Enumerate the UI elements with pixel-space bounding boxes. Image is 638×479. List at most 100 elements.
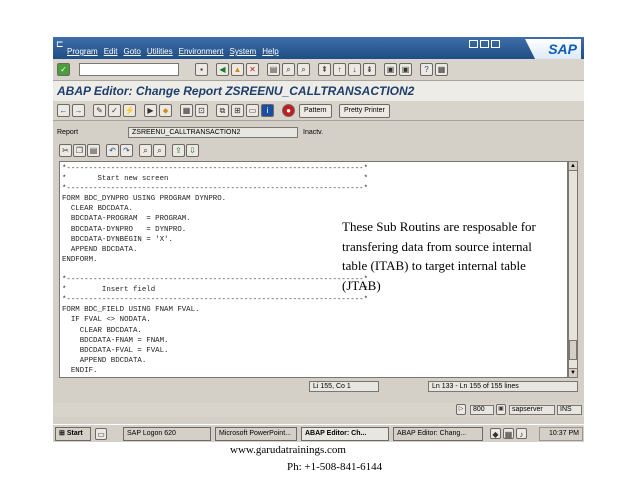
code-line: * Start new screen * — [62, 175, 369, 184]
code-line: APPEND BDCDATA. — [62, 356, 147, 365]
enhance-icon[interactable]: ⊞ — [231, 104, 244, 117]
network-icon[interactable]: ▦ — [503, 428, 514, 439]
task-abap-editor-1[interactable]: ABAP Editor: Ch... — [301, 427, 389, 441]
report-row: Report ZSREENU_CALLTRANSACTION2 Inactv. — [53, 127, 584, 139]
sap-logo: SAP — [525, 39, 581, 59]
search-icon[interactable]: ⌕ — [139, 144, 152, 157]
pattern-button[interactable]: Pattern — [299, 104, 332, 118]
position-bar: Li 155, Co 1 Ln 133 - Ln 155 of 155 line… — [59, 381, 578, 393]
info-icon[interactable]: i — [261, 104, 274, 117]
display-change-icon[interactable]: ✎ — [93, 104, 106, 117]
check-icon[interactable]: ✓ — [108, 104, 121, 117]
clock: 10:37 PM — [539, 427, 583, 441]
find-next-icon[interactable]: ⌕ — [297, 63, 310, 76]
page-title: ABAP Editor: Change Report ZSREENU_CALLT… — [53, 81, 584, 101]
scroll-thumb[interactable] — [569, 340, 577, 360]
copy-icon[interactable]: ❐ — [73, 144, 86, 157]
layout-menu-icon[interactable]: ▦ — [435, 63, 448, 76]
report-status: Inactv. — [303, 129, 324, 136]
task-abap-editor-2[interactable]: ABAP Editor: Chang... — [393, 427, 483, 441]
editor-toolbar: ✂ ❐ ▤ ↶ ↷ ⌕ ⌕ ⇪ ⇩ — [59, 143, 579, 159]
application-toolbar: ← → ✎ ✓ ⚡ ▶ ⬥ ▦ ⊡ ⧉ ⊞ ▭ i ● Pattern Pret… — [53, 101, 584, 121]
code-line: CLEAR BDCDATA. — [62, 326, 142, 335]
save-icon[interactable]: ▪ — [195, 63, 208, 76]
display-object-icon[interactable]: ▭ — [246, 104, 259, 117]
windows-taskbar: ⊞ Start ▭ SAP Logon 620 Microsoft PowerP… — [53, 424, 584, 442]
next-page-icon[interactable]: ↓ — [348, 63, 361, 76]
menu-environment[interactable]: Environment — [179, 47, 224, 56]
mode-field: INS — [557, 405, 582, 415]
help-icon[interactable]: ? — [420, 63, 433, 76]
scroll-up-icon[interactable]: ▲ — [569, 162, 577, 171]
back-arrow-icon[interactable]: ← — [57, 104, 70, 117]
breakpoint-icon[interactable]: ● — [282, 104, 295, 117]
first-page-icon[interactable]: ⇞ — [318, 63, 331, 76]
menu-program[interactable]: Program — [67, 47, 98, 56]
footer-phone: Ph: +1-508-841-6144 — [287, 461, 383, 473]
code-line: ENDFORM. — [62, 376, 567, 378]
activate-icon[interactable]: ⚡ — [123, 104, 136, 117]
close-icon[interactable] — [491, 40, 500, 48]
new-session-icon[interactable]: ▣ — [384, 63, 397, 76]
server-field: sapserver — [509, 405, 555, 415]
desktop-icon[interactable]: ▭ — [95, 428, 107, 440]
download-icon[interactable]: ⇩ — [186, 144, 199, 157]
cancel-icon[interactable]: ✕ — [246, 63, 259, 76]
cut-icon[interactable]: ✂ — [59, 144, 72, 157]
start-button[interactable]: ⊞ Start — [55, 427, 91, 441]
start-label: Start — [66, 430, 83, 437]
tray-icon[interactable]: ◆ — [490, 428, 501, 439]
navigation-window-icon[interactable]: ⊡ — [195, 104, 208, 117]
upload-icon[interactable]: ⇪ — [172, 144, 185, 157]
shortcut-icon[interactable]: ▣ — [399, 63, 412, 76]
menu-utilities[interactable]: Utilities — [147, 47, 173, 56]
system-menu-icon[interactable]: ⊏ — [56, 39, 64, 50]
vertical-scrollbar[interactable]: ▲ ▼ — [568, 161, 578, 378]
forward-arrow-icon[interactable]: → — [72, 104, 85, 117]
line-range: Ln 133 - Ln 155 of 155 lines — [428, 381, 578, 392]
last-page-icon[interactable]: ⇟ — [363, 63, 376, 76]
standard-toolbar: ✓ ▪ ◀ ▲ ✕ ▤ ⌕ ⌕ ⇞ ↑ ↓ ⇟ ▣ ▣ ? ▦ — [53, 59, 584, 81]
menu-goto[interactable]: Goto — [123, 47, 140, 56]
enter-icon[interactable]: ✓ — [57, 63, 70, 76]
test-icon[interactable]: ▶ — [144, 104, 157, 117]
undo-icon[interactable]: ↶ — [106, 144, 119, 157]
menu-edit[interactable]: Edit — [104, 47, 118, 56]
command-field[interactable] — [79, 63, 179, 76]
code-line: IF FVAL <> NODATA. — [62, 316, 151, 325]
print-icon[interactable]: ▤ — [267, 63, 280, 76]
task-powerpoint[interactable]: Microsoft PowerPoint... — [215, 427, 297, 441]
task-sap-logon[interactable]: SAP Logon 620 — [123, 427, 211, 441]
object-list-icon[interactable]: ▦ — [180, 104, 193, 117]
status-toggle-icon[interactable]: ▷ — [456, 404, 466, 415]
status-bar: ▷ 800 ▣ sapserver INS — [53, 403, 584, 417]
previous-page-icon[interactable]: ↑ — [333, 63, 346, 76]
search-next-icon[interactable]: ⌕ — [153, 144, 166, 157]
report-name-field[interactable]: ZSREENU_CALLTRANSACTION2 — [128, 127, 298, 138]
code-line: FORM BDC_FIELD USING FNAM FVAL. — [62, 306, 200, 315]
code-line: BDCDATA-FVAL = FVAL. — [62, 346, 169, 355]
scroll-down-icon[interactable]: ▼ — [569, 368, 577, 377]
code-line: BDCDATA-FNAM = FNAM. — [62, 336, 169, 345]
volume-icon[interactable]: ♪ — [516, 428, 527, 439]
code-line: FORM BDC_DYNPRO USING PROGRAM DYNPRO. — [62, 195, 227, 204]
pretty-printer-button[interactable]: Pretty Printer — [339, 104, 390, 118]
hierarchy-icon[interactable]: ⧉ — [216, 104, 229, 117]
code-line: *---------------------------------------… — [62, 165, 369, 173]
annotation-text: These Sub Routins are resposable for tra… — [342, 219, 536, 293]
minimize-icon[interactable] — [469, 40, 478, 48]
server-info-icon[interactable]: ▣ — [496, 404, 506, 415]
client-field: 800 — [470, 405, 494, 415]
where-used-icon[interactable]: ⬥ — [159, 104, 172, 117]
back-icon[interactable]: ◀ — [216, 63, 229, 76]
code-line: *---------------------------------------… — [62, 185, 369, 194]
menu-help[interactable]: Help — [262, 47, 278, 56]
paste-icon[interactable]: ▤ — [87, 144, 100, 157]
maximize-icon[interactable] — [480, 40, 489, 48]
menu-system[interactable]: System — [230, 47, 257, 56]
code-line: ENDIF. — [62, 366, 98, 375]
find-icon[interactable]: ⌕ — [282, 63, 295, 76]
code-line: CLEAR BDCDATA. — [62, 205, 133, 214]
exit-icon[interactable]: ▲ — [231, 63, 244, 76]
redo-icon[interactable]: ↷ — [120, 144, 133, 157]
